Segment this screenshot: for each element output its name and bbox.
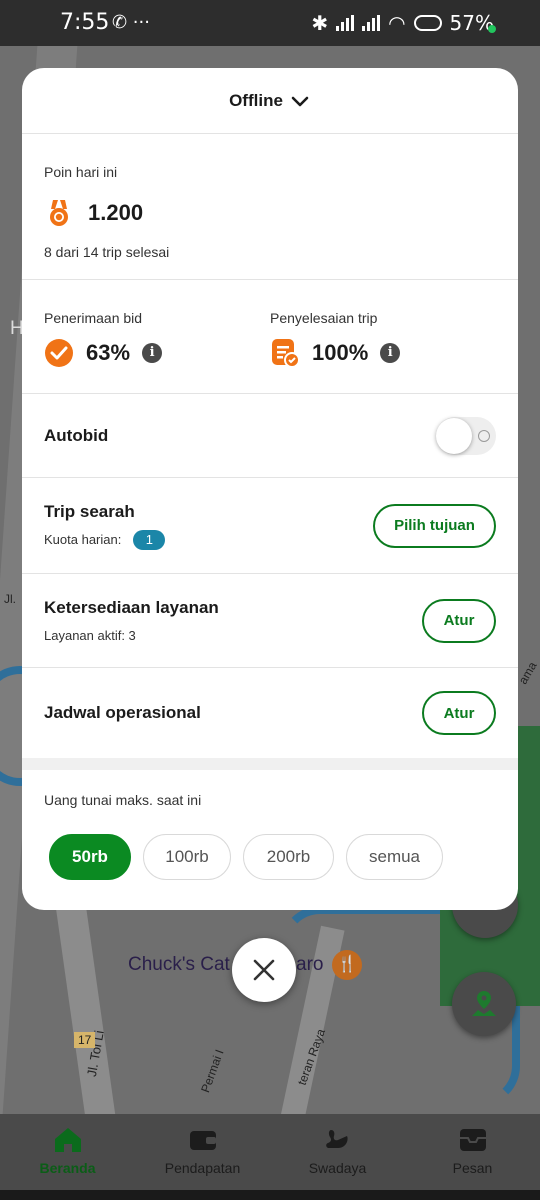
cash-chip-100rb[interactable]: 100rb [143,834,231,880]
nav-item-beranda[interactable]: Beranda [0,1114,135,1190]
nav-item-swadaya[interactable]: Swadaya [270,1114,405,1190]
ketersediaan-title: Ketersediaan layanan [44,598,219,617]
status-selector[interactable]: Offline [22,68,518,134]
signal-icon [336,15,355,31]
autobid-label: Autobid [44,425,109,445]
nav-label: Swadaya [308,1160,367,1176]
swan-icon [325,1130,348,1148]
map-layers-button[interactable] [452,972,516,1036]
ketersediaan-subtitle: Layanan aktif: 3 [44,628,136,643]
close-button[interactable] [232,938,296,1002]
home-icon [54,1128,81,1152]
quota-badge: 1 [133,529,166,550]
jadwal-title: Jadwal operasional [44,703,201,722]
driver-status-sheet: Offline Poin hari ini 1.200 8 dari 14 tr… [22,68,518,910]
nav-item-pesan[interactable]: Pesan [405,1114,540,1190]
wallet-icon [189,1131,216,1150]
status-select-label: Offline [229,90,283,110]
poin-section: Poin hari ini 1.200 8 dari 14 trip seles… [22,134,518,280]
privacy-dot [488,25,496,33]
cash-chip-semua[interactable]: semua [346,834,443,880]
trip-searah-title: Trip searah [44,501,135,521]
battery-level: 57% [449,11,494,35]
map-pin-icon [472,991,496,1016]
info-icon[interactable]: i [142,343,163,363]
bluetooth-icon: ✱ [311,11,329,35]
notification-icons: ✆ ··· [112,12,150,33]
map-edge-label: Jl. [4,592,16,606]
close-icon [253,959,275,981]
cash-limit-section: Uang tunai maks. saat ini 50rb 100rb 200… [22,770,518,880]
game-mode-icon [413,15,442,31]
check-circle-icon [45,339,73,367]
trip-completion-value: 100% [312,340,369,365]
atur-jadwal-button[interactable]: Atur [422,691,496,735]
map-place-label: Chuck's Cat [128,954,230,975]
trip-searah-row: Trip searah Kuota harian: 1 Pilih tujuan [22,478,518,574]
inbox-icon [459,1129,486,1151]
autobid-row: Autobid [22,394,518,478]
status-time: 7:55 [60,10,110,35]
chevron-down-icon [291,96,309,106]
trip-completion-label: Penyelesaian trip [270,310,378,326]
quota-label: Kuota harian: [44,532,122,547]
cash-chip-50rb[interactable]: 50rb [49,834,131,880]
cash-chip-200rb[interactable]: 200rb [243,834,334,880]
cash-limit-label: Uang tunai maks. saat ini [44,792,202,808]
gesture-bar [0,1190,540,1200]
nav-label: Beranda [39,1160,96,1176]
nav-label: Pendapatan [164,1160,241,1176]
toggle-off-icon [478,429,490,442]
wifi-icon: ◠ [388,11,406,35]
autobid-toggle[interactable] [436,416,496,455]
map-road-label: Permai I [198,1047,227,1095]
atur-layanan-button[interactable]: Atur [422,598,496,643]
status-bar: 7:55 ✆ ··· ✱ ◠ 57% [0,0,540,46]
document-check-icon [272,339,300,368]
nav-label: Pesan [452,1160,493,1176]
info-icon[interactable]: i [380,343,401,363]
poin-value: 1.200 [88,200,144,225]
section-divider [22,758,518,770]
status-right-icons: ✱ ◠ 57% [311,11,494,35]
map-edge-label: ama [515,659,540,687]
nav-item-pendapatan[interactable]: Pendapatan [135,1114,270,1190]
road-number-label: 17 [74,1032,96,1048]
map-place-label-tail: aro [296,954,324,975]
jadwal-row: Jadwal operasional Atur [22,668,518,758]
ketersediaan-row: Ketersediaan layanan Layanan aktif: 3 At… [22,574,518,668]
poin-label: Poin hari ini [44,164,118,180]
bid-acceptance-value: 63% [86,340,131,365]
pilih-tujuan-button[interactable]: Pilih tujuan [373,503,496,548]
restaurant-pin-icon[interactable]: 🍴 [332,950,362,980]
bid-acceptance-label: Penerimaan bid [44,310,143,326]
cash-limit-options: 50rb 100rb 200rb semua [49,834,496,880]
signal-icon-2 [362,15,381,31]
performance-section: Penerimaan bid 63% i Penyelesaian trip 1… [22,280,518,394]
bottom-nav: Beranda Pendapatan Swadaya Pesan [0,1114,540,1190]
bid-acceptance: Penerimaan bid 63% i [44,310,270,393]
trip-completion: Penyelesaian trip 100% i [270,310,496,393]
toggle-knob [436,417,472,454]
poin-subtitle: 8 dari 14 trip selesai [44,244,170,260]
medal-icon [50,200,68,226]
